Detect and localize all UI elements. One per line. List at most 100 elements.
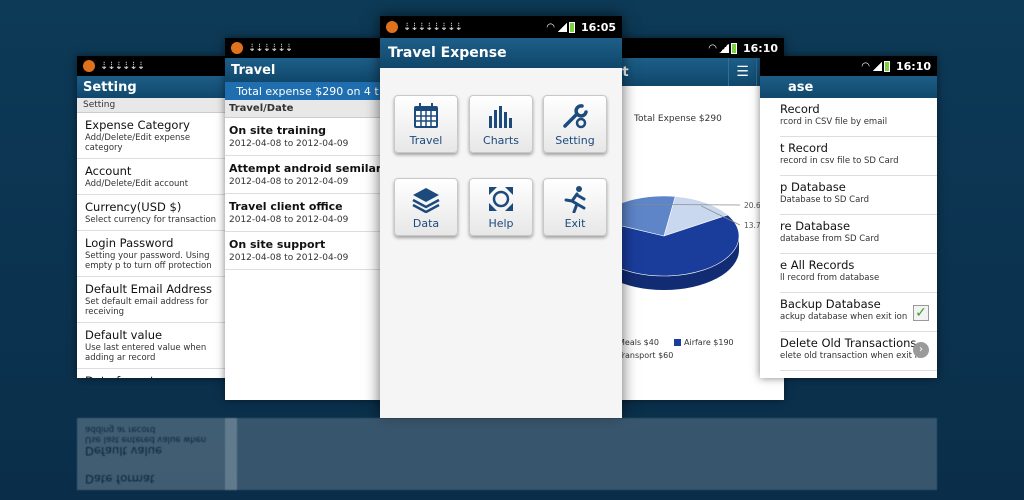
settings-list: Expense Category Add/Delete/Edit expense … xyxy=(77,113,237,378)
tile-travel[interactable]: Travel xyxy=(394,95,458,153)
legend-label: Airfare $190 xyxy=(684,338,734,347)
page-title: ase xyxy=(788,79,814,95)
chevron-right-icon[interactable]: › xyxy=(913,342,929,358)
running-man-icon xyxy=(564,186,586,213)
settings-reflection: Date format Default value Use last enter… xyxy=(77,418,237,490)
settings-item-subtitle: Set default email address for receiving xyxy=(85,297,209,317)
wifi-icon: ◠ xyxy=(708,42,717,54)
tile-data[interactable]: Data xyxy=(394,178,458,236)
backup-list: Record rcord in CSV file by email t Record… xyxy=(760,98,937,371)
travel-item-dates: 2012-04-08 to 2012-04-09 xyxy=(229,253,349,263)
main-reflection xyxy=(225,418,937,490)
menu-icon[interactable]: ☰ xyxy=(728,58,756,86)
settings-item[interactable]: Date format xyxy=(77,369,237,378)
travel-list: On site training 2012-04-08 to 2012-04-09… xyxy=(225,118,390,270)
column-header: Travel/Date xyxy=(225,100,390,118)
signal-icon xyxy=(556,22,567,32)
travel-titlebar: Travel xyxy=(225,58,390,82)
backup-item[interactable]: p Database Database to SD Card xyxy=(780,176,937,215)
download-icons: ⇣⇣⇣⇣⇣⇣⇣⇣ xyxy=(403,21,463,33)
backup-item[interactable]: Backup Database ackup database when exit … xyxy=(780,293,937,332)
reflection-text: Use last entered value when adding ar re… xyxy=(85,424,207,444)
travel-item-dates: 2012-04-08 to 2012-04-09 xyxy=(229,215,349,225)
travel-item-title: On site support xyxy=(229,238,326,251)
calendar-icon xyxy=(414,103,438,128)
settings-item[interactable]: Login Password Setting your password. Usi… xyxy=(77,231,237,277)
settings-item[interactable]: Currency(USD $) Select currency for trans… xyxy=(77,195,237,231)
tile-setting[interactable]: Setting xyxy=(543,95,607,153)
tile-exit[interactable]: Exit xyxy=(543,178,607,236)
backup-item[interactable]: Delete Old Transactions elete old transac… xyxy=(780,332,937,371)
settings-item-title: Default Email Address xyxy=(85,282,213,296)
travel-item[interactable]: On site support 2012-04-08 to 2012-04-09 xyxy=(225,232,390,270)
settings-item-subtitle: Add/Delete/Edit account xyxy=(85,179,189,189)
backup-screen: ◠ 16:10 ase Record rcord in CSV file by e… xyxy=(760,56,937,378)
status-time: 16:10 xyxy=(895,59,931,73)
backup-checkbox[interactable]: ✓ xyxy=(913,305,929,321)
tile-label: Data xyxy=(412,217,440,230)
legend-item: Airfare $190 xyxy=(674,338,734,347)
status-time: 16:05 xyxy=(580,20,616,34)
status-bar: ⇣⇣⇣⇣⇣⇣ xyxy=(225,38,390,58)
battery-icon xyxy=(883,60,890,72)
backup-item-subtitle: elete old transaction when exit n xyxy=(780,351,921,361)
app-icon xyxy=(231,42,243,54)
settings-item-subtitle: Setting your password. Using empty p to … xyxy=(85,251,212,271)
wifi-icon: ◠ xyxy=(546,21,555,33)
legend-label: Transport $60 xyxy=(618,351,674,360)
wifi-icon: ◠ xyxy=(861,60,870,72)
download-icons: ⇣⇣⇣⇣⇣⇣ xyxy=(100,60,145,72)
tile-label: Help xyxy=(488,217,514,230)
settings-item-title: Login Password xyxy=(85,236,174,250)
travel-item-dates: 2012-04-08 to 2012-04-09 xyxy=(229,177,349,187)
settings-item-subtitle: Add/Delete/Edit expense category xyxy=(85,133,191,153)
bar-chart-icon xyxy=(489,106,512,128)
settings-item-title: Account xyxy=(85,164,132,178)
backup-item[interactable]: e All Records ll record from database xyxy=(780,254,937,293)
status-time: 16:10 xyxy=(742,41,778,55)
backup-item-subtitle: database from SD Card xyxy=(780,234,880,244)
backup-item-subtitle: ackup database when exit ion xyxy=(780,312,908,322)
reflection-text: Date format xyxy=(85,472,155,486)
backup-item[interactable]: Record rcord in CSV file by email xyxy=(780,98,937,137)
layers-icon xyxy=(412,188,440,213)
backup-item-title: Record xyxy=(780,102,820,116)
chart-area: Total Expense $290 20.69% 13.79% Meals $4… xyxy=(604,86,784,400)
travel-item[interactable]: Travel client office 2012-04-08 to 2012-0… xyxy=(225,194,390,232)
backup-item-title: t Record xyxy=(780,141,828,155)
backup-item-title: e All Records xyxy=(780,258,855,272)
main-titlebar: Travel Expense xyxy=(380,38,622,68)
app-icon xyxy=(83,60,95,72)
reflection-text: Default value xyxy=(85,444,163,458)
legend-swatch xyxy=(674,339,681,346)
travel-item[interactable]: Attempt android semilar 2012-04-08 to 201… xyxy=(225,156,390,194)
settings-item[interactable]: Default value Use last entered value when… xyxy=(77,323,237,369)
total-expense-banner: Total expense $290 on 4 t xyxy=(225,82,390,100)
settings-item-title: Currency(USD $) xyxy=(85,200,182,214)
backup-item[interactable]: re Database database from SD Card xyxy=(780,215,937,254)
chart-screen: ◠ 16:10 rt ☰ ? Total Expense $290 20.69%… xyxy=(604,38,784,400)
travel-item-dates: 2012-04-08 to 2012-04-09 xyxy=(229,139,349,149)
backup-item-title: Backup Database xyxy=(780,297,881,311)
travel-item-title: On site training xyxy=(229,124,327,137)
settings-item-subtitle: Select currency for transaction xyxy=(85,215,217,225)
main-screen: ⇣⇣⇣⇣⇣⇣⇣⇣ ◠ 16:05 Travel Expense Travel C… xyxy=(380,16,622,418)
tile-charts[interactable]: Charts xyxy=(469,95,533,153)
settings-item[interactable]: Expense Category Add/Delete/Edit expense … xyxy=(77,113,237,159)
app-title: Travel Expense xyxy=(388,45,507,61)
app-icon xyxy=(386,21,398,33)
tile-label: Travel xyxy=(409,134,443,147)
backup-item-title: re Database xyxy=(780,219,851,233)
legend-label: Meals $40 xyxy=(618,338,659,347)
travel-screen: ⇣⇣⇣⇣⇣⇣ Travel Total expense $290 on 4 t … xyxy=(225,38,390,400)
travel-item[interactable]: On site training 2012-04-08 to 2012-04-09 xyxy=(225,118,390,156)
tile-help[interactable]: Help xyxy=(469,178,533,236)
tile-label: Setting xyxy=(555,134,595,147)
wrench-icon xyxy=(563,104,588,129)
settings-item[interactable]: Account Add/Delete/Edit account xyxy=(77,159,237,195)
backup-item-title: p Database xyxy=(780,180,846,194)
settings-item[interactable]: Default Email Address Set default email a… xyxy=(77,277,237,323)
tile-label: Charts xyxy=(483,134,519,147)
backup-item[interactable]: t Record record in csv file to SD Card xyxy=(780,137,937,176)
settings-titlebar: Setting xyxy=(77,76,237,98)
